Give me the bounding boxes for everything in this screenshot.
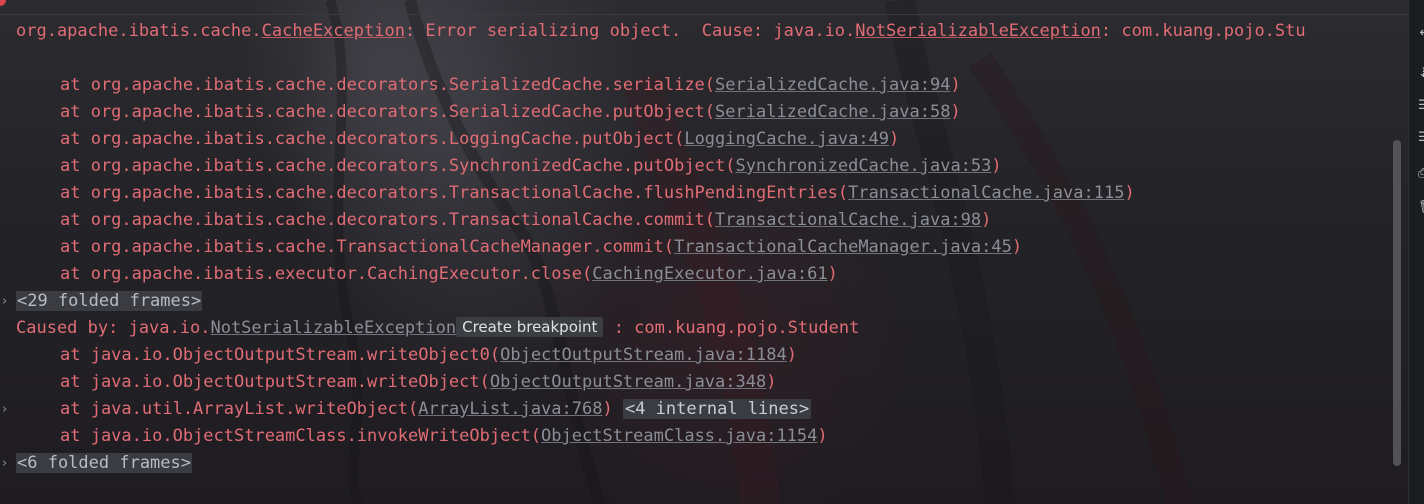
stack-frame-close: ) — [1011, 237, 1023, 257]
stack-frame-close: ) — [766, 372, 777, 392]
stack-frame-close: ) — [1124, 183, 1135, 203]
stack-frame-method: at java.util.ArrayList.writeObject( — [60, 399, 419, 419]
folded-frames-line: <29 folded frames> — [16, 288, 203, 315]
stack-frame-close: ) — [950, 75, 961, 95]
source-link[interactable]: ObjectOutputStream.java:348 — [490, 372, 766, 392]
stack-frame-close: ) — [950, 102, 961, 122]
source-link[interactable]: LoggingCache.java:49 — [684, 129, 889, 149]
scroll-to-end-icon[interactable]: ⇣ — [1418, 66, 1424, 82]
chevron-right-icon[interactable]: › — [2, 288, 12, 315]
create-breakpoint-tooltip[interactable]: Create breakpoint — [456, 317, 604, 337]
source-link[interactable]: SerializedCache.java:58 — [715, 102, 950, 122]
cause-exception-link[interactable]: NotSerializableException — [210, 318, 456, 338]
exception-header-line: org.apache.ibatis.cache.CacheException: … — [16, 18, 1306, 45]
stack-frame-line: at java.io.ObjectOutputStream.writeObjec… — [60, 369, 776, 396]
caused-by-line: Caused by: java.io.NotSerializableExcept… — [16, 315, 859, 342]
stack-frame-method: at java.io.ObjectOutputStream.writeObjec… — [60, 345, 501, 365]
stack-frame-method: at org.apache.ibatis.cache.decorators.Tr… — [60, 183, 849, 203]
source-link[interactable]: CachingExecutor.java:61 — [592, 264, 827, 284]
print-icon[interactable]: ⎙ — [1418, 166, 1424, 182]
stack-frame-line: at java.io.ObjectOutputStream.writeObjec… — [60, 342, 797, 369]
error-indicator-icon — [0, 0, 6, 6]
align-icon[interactable]: ☰ — [1418, 130, 1424, 146]
caused-by-suffix: : com.kuang.pojo.Student — [603, 318, 860, 338]
align-icon[interactable]: ☰ — [1418, 98, 1424, 114]
source-link[interactable]: ObjectStreamClass.java:1154 — [541, 426, 817, 446]
stack-frame-close: ) — [827, 264, 838, 284]
stack-frame-close: ) — [889, 129, 900, 149]
caused-by-prefix: Caused by: java.io. — [16, 318, 211, 338]
top-tab-strip — [0, 0, 1424, 15]
stack-frame-close: ) — [602, 399, 613, 419]
chevron-right-icon[interactable]: › — [2, 450, 12, 477]
chevron-right-icon[interactable]: › — [2, 396, 12, 423]
stack-frame-line: at org.apache.ibatis.cache.decorators.Se… — [60, 72, 961, 99]
source-link[interactable]: TransactionalCacheManager.java:45 — [674, 237, 1012, 257]
exception-package-text: org.apache.ibatis.cache. — [16, 21, 262, 41]
stack-frame-method: at org.apache.ibatis.cache.decorators.Se… — [60, 75, 716, 95]
source-link[interactable]: ArrayList.java:768 — [418, 399, 602, 419]
console-output[interactable]: org.apache.ibatis.cache.CacheException: … — [0, 18, 1404, 504]
console-toolbar: ↲ ⇣ ☰ ☰ ⎙ 🗑 — [1408, 0, 1424, 504]
stack-frame-method: at org.apache.ibatis.cache.decorators.Lo… — [60, 129, 685, 149]
stack-frame-line: at org.apache.ibatis.cache.decorators.Se… — [60, 99, 961, 126]
stack-frame-line: at java.io.ObjectStreamClass.invokeWrite… — [60, 423, 828, 450]
exception-suffix-text: : com.kuang.pojo.Stu — [1100, 21, 1306, 41]
stack-frame-method: at java.io.ObjectStreamClass.invokeWrite… — [60, 426, 542, 446]
folded-frames-toggle[interactable]: <29 folded frames> — [16, 291, 203, 311]
exception-class-link[interactable]: CacheException — [262, 21, 405, 41]
source-link[interactable]: ObjectOutputStream.java:1184 — [500, 345, 787, 365]
vertical-scrollbar[interactable] — [1391, 18, 1403, 504]
stack-frame-close: ) — [981, 210, 992, 230]
stack-frame-line: at org.apache.ibatis.cache.decorators.Tr… — [60, 180, 1135, 207]
folded-frames-line: <6 folded frames> — [16, 450, 192, 477]
stack-frame-line: at org.apache.ibatis.cache.decorators.Lo… — [60, 126, 899, 153]
stack-frame-method: at org.apache.ibatis.cache.decorators.Se… — [60, 102, 716, 122]
cause-exception-link[interactable]: NotSerializableException — [855, 21, 1101, 41]
stack-frame-line: at org.apache.ibatis.cache.decorators.Sy… — [60, 153, 1002, 180]
stack-frame-method: at java.io.ObjectOutputStream.writeObjec… — [60, 372, 490, 392]
exception-message-text: : Error serializing object. Cause: java.… — [404, 21, 856, 41]
stack-frame-method: at org.apache.ibatis.cache.Transactional… — [60, 237, 675, 257]
stack-frame-close: ) — [817, 426, 828, 446]
folded-frames-toggle[interactable]: <6 folded frames> — [16, 453, 192, 473]
stack-frame-close: ) — [991, 156, 1002, 176]
stack-frame-method: at org.apache.ibatis.executor.CachingExe… — [60, 264, 593, 284]
trash-icon[interactable]: 🗑 — [1418, 200, 1424, 216]
internal-lines-toggle[interactable]: <4 internal lines> — [622, 399, 812, 419]
stack-frame-line: at org.apache.ibatis.cache.decorators.Tr… — [60, 207, 991, 234]
stack-frame-line: at org.apache.ibatis.cache.Transactional… — [60, 234, 1022, 261]
source-link[interactable]: SerializedCache.java:94 — [715, 75, 950, 95]
source-link[interactable]: TransactionalCache.java:98 — [715, 210, 981, 230]
stack-frame-method: at org.apache.ibatis.cache.decorators.Tr… — [60, 210, 716, 230]
stack-frame-method: at org.apache.ibatis.cache.decorators.Sy… — [60, 156, 736, 176]
stack-frame-line: at org.apache.ibatis.executor.CachingExe… — [60, 261, 838, 288]
scrollbar-thumb[interactable] — [1393, 140, 1401, 466]
source-link[interactable]: SynchronizedCache.java:53 — [736, 156, 992, 176]
wrap-icon[interactable]: ↲ — [1418, 24, 1424, 40]
source-link[interactable]: TransactionalCache.java:115 — [848, 183, 1124, 203]
stack-frame-line: at java.util.ArrayList.writeObject(Array… — [60, 396, 812, 423]
stack-frame-close: ) — [786, 345, 797, 365]
